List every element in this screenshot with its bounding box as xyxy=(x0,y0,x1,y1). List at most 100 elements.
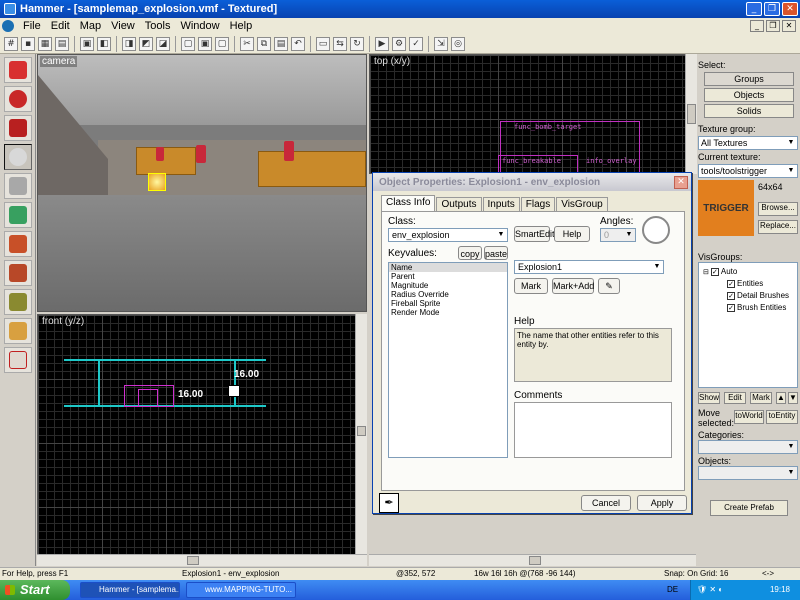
visgroup-auto[interactable]: ⊟ ✓ Auto xyxy=(703,267,737,276)
categories-select[interactable]: ▼ xyxy=(698,440,798,454)
sphere-icon[interactable]: ◎ xyxy=(451,36,465,51)
visgroup-entities[interactable]: ✓ Entities xyxy=(727,279,763,288)
mdi-minimize-button[interactable]: _ xyxy=(750,20,764,32)
decal-tool[interactable] xyxy=(4,260,32,286)
create-prefab-button[interactable]: Create Prefab xyxy=(710,500,788,516)
checkbox[interactable]: ✓ xyxy=(710,267,719,276)
menu-window[interactable]: Window xyxy=(175,20,224,32)
paste-button[interactable]: paste xyxy=(484,246,508,260)
tab-class-info[interactable]: Class Info xyxy=(381,195,436,211)
magnify-tool[interactable] xyxy=(4,86,32,112)
replace-button[interactable]: Replace... xyxy=(758,220,798,234)
flip-icon[interactable]: ⇆ xyxy=(333,36,347,51)
check-icon[interactable]: ✓ xyxy=(409,36,423,51)
tray-icons[interactable]: 🛡 ✕ ◐ xyxy=(697,580,723,600)
document-icon[interactable] xyxy=(2,20,14,32)
dialog-title-bar[interactable]: Object Properties: Explosion1 - env_expl… xyxy=(373,173,691,191)
unhide-icon[interactable]: ▢ xyxy=(215,36,229,51)
front-viewport[interactable]: 16.00 16.00 front (y/z) xyxy=(37,314,367,566)
carve-icon[interactable]: ◧ xyxy=(97,36,111,51)
collapse-icon[interactable]: ⊟ xyxy=(703,268,709,276)
grid-3d-icon[interactable]: ▤ xyxy=(55,36,69,51)
taskbar-item-browser[interactable]: www.MAPPING-TUTO... xyxy=(186,582,296,598)
apply-button[interactable]: Apply xyxy=(637,495,687,511)
taskbar-item-hammer[interactable]: Hammer - [samplema... xyxy=(80,582,180,598)
value-field[interactable]: Explosion1 ▼ xyxy=(514,260,664,274)
mdi-close-button[interactable]: ✕ xyxy=(782,20,796,32)
top-viewport-hscrollbar[interactable] xyxy=(369,554,696,566)
visgroup-detail-brushes[interactable]: ✓ Detail Brushes xyxy=(727,291,789,300)
grid-larger-icon[interactable]: ▦ xyxy=(38,36,52,51)
class-select[interactable]: env_explosion ▼ xyxy=(388,228,508,242)
menu-help[interactable]: Help xyxy=(225,20,258,32)
tab-inputs[interactable]: Inputs xyxy=(482,197,520,211)
run-map-icon[interactable]: ▶ xyxy=(375,36,389,51)
rotate-icon[interactable]: ↻ xyxy=(350,36,364,51)
mark-add-button[interactable]: Mark+Add xyxy=(552,278,594,294)
grid-icon[interactable]: # xyxy=(4,36,18,51)
list-item[interactable]: Name xyxy=(389,263,507,272)
pointer-tool[interactable] xyxy=(4,57,32,83)
groups-button[interactable]: Groups xyxy=(704,72,794,86)
menu-edit[interactable]: Edit xyxy=(46,20,75,32)
angle-dial[interactable] xyxy=(642,216,670,244)
copy-button[interactable]: copy xyxy=(458,246,482,260)
paste-icon[interactable]: ▤ xyxy=(274,36,288,51)
help-button[interactable]: Help xyxy=(554,226,590,242)
entity-icon[interactable]: ◪ xyxy=(156,36,170,51)
top-viewport-scrollbar[interactable] xyxy=(685,54,697,174)
overlay-tool[interactable] xyxy=(4,289,32,315)
mark-button[interactable]: Mark xyxy=(514,278,548,294)
mark-button[interactable]: Mark xyxy=(750,392,772,404)
mdi-restore-button[interactable]: ❐ xyxy=(766,20,780,32)
to-entity-button[interactable]: toEntity xyxy=(766,410,798,424)
objects-select[interactable]: ▼ xyxy=(698,466,798,480)
front-viewport-hscrollbar[interactable] xyxy=(37,554,367,566)
hide-unselected-icon[interactable]: ▣ xyxy=(198,36,212,51)
menu-view[interactable]: View xyxy=(106,20,140,32)
group-icon[interactable]: ◨ xyxy=(122,36,136,51)
resize-handle[interactable] xyxy=(228,385,240,397)
selection-box-icon[interactable]: ▭ xyxy=(316,36,330,51)
viewport-label[interactable]: camera xyxy=(40,56,78,67)
start-button[interactable]: Start xyxy=(0,580,70,600)
visgroup-brush-entities[interactable]: ✓ Brush Entities xyxy=(727,303,786,312)
solids-button[interactable]: Solids xyxy=(704,104,794,118)
camera-tool[interactable] xyxy=(4,115,32,141)
list-item[interactable]: Radius Override xyxy=(389,290,507,299)
to-world-button[interactable]: toWorld xyxy=(734,410,764,424)
texture-lock-icon[interactable]: ▣ xyxy=(80,36,94,51)
list-item[interactable]: Parent xyxy=(389,272,507,281)
maximize-button[interactable]: ❐ xyxy=(764,2,780,16)
checkbox[interactable]: ✓ xyxy=(727,303,735,312)
tab-visgroup[interactable]: VisGroup xyxy=(556,197,608,211)
objects-button[interactable]: Objects xyxy=(704,88,794,102)
undo-icon[interactable]: ↶ xyxy=(291,36,305,51)
texture-group-select[interactable]: All Textures ▼ xyxy=(698,136,798,150)
tab-outputs[interactable]: Outputs xyxy=(436,197,482,211)
grid-smaller-icon[interactable]: ▪ xyxy=(21,36,35,51)
cancel-button[interactable]: Cancel xyxy=(581,495,631,511)
block-tool[interactable] xyxy=(4,173,32,199)
apply-texture-tool[interactable] xyxy=(4,231,32,257)
list-item[interactable]: Magnitude xyxy=(389,281,507,290)
keyvalues-list[interactable]: Name Parent Magnitude Radius Override Fi… xyxy=(388,262,508,458)
scale-icon[interactable]: ⇲ xyxy=(434,36,448,51)
entity-tool[interactable] xyxy=(4,144,32,170)
edit-button[interactable]: Edit xyxy=(724,392,746,404)
checkbox[interactable]: ✓ xyxy=(727,291,735,300)
menu-map[interactable]: Map xyxy=(75,20,106,32)
visgroups-tree[interactable]: ⊟ ✓ Auto ✓ Entities ✓ Detail Brushes ✓ B… xyxy=(698,262,798,388)
viewport-label[interactable]: front (y/z) xyxy=(40,316,86,327)
ungroup-icon[interactable]: ◩ xyxy=(139,36,153,51)
picker-button[interactable]: ✒ xyxy=(379,493,399,513)
list-item[interactable]: Fireball Sprite xyxy=(389,299,507,308)
texture-tool[interactable] xyxy=(4,202,32,228)
hide-icon[interactable]: ▢ xyxy=(181,36,195,51)
close-button[interactable]: ✕ xyxy=(782,2,798,16)
move-up-button[interactable]: ▲ xyxy=(776,392,786,404)
language-indicator[interactable]: DE xyxy=(667,580,678,600)
list-item[interactable]: Render Mode xyxy=(389,308,507,317)
checkbox[interactable]: ✓ xyxy=(727,279,735,288)
cut-icon[interactable]: ✂ xyxy=(240,36,254,51)
